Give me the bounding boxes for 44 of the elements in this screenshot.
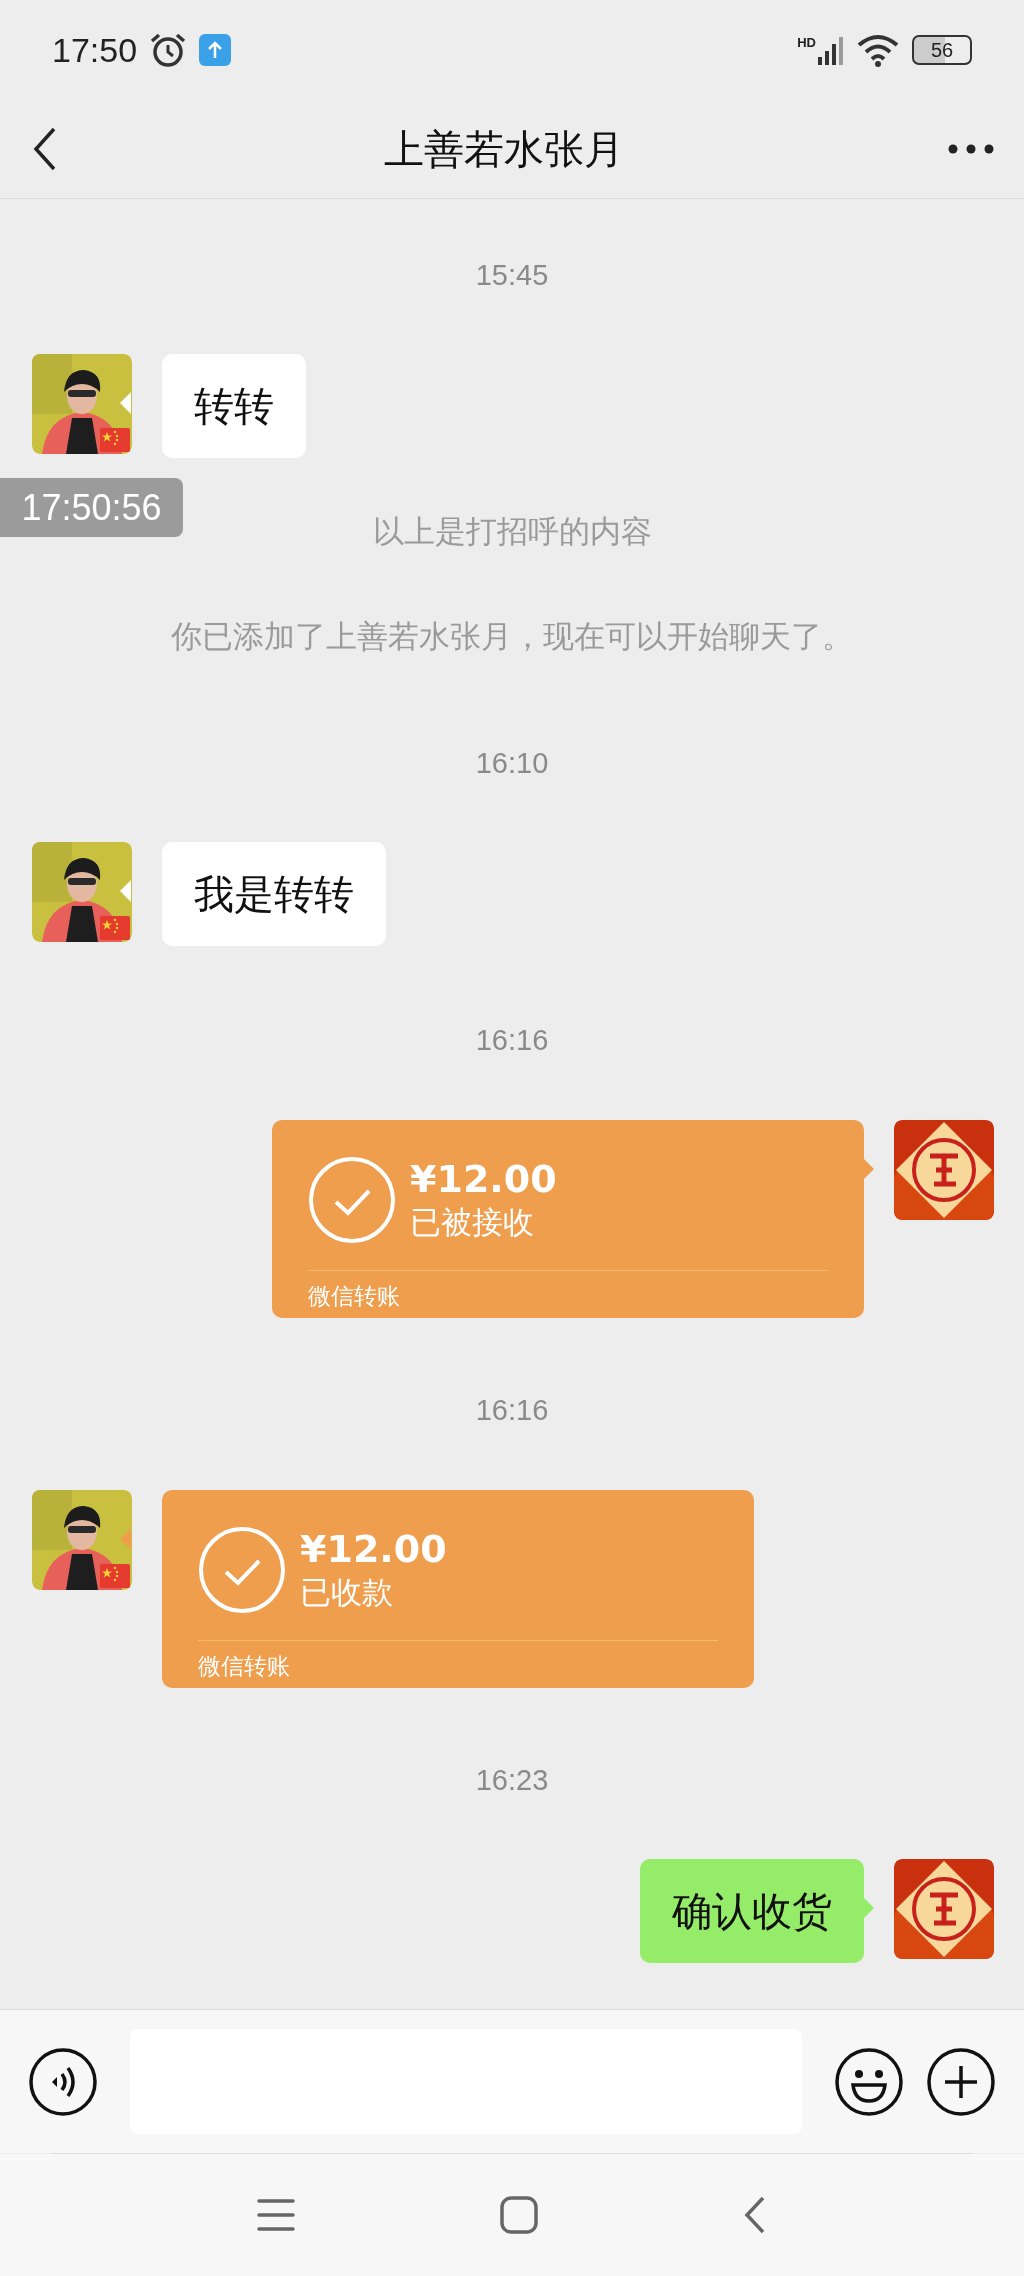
chat-title: 上善若水张月: [383, 124, 625, 174]
home-icon[interactable]: [500, 2196, 538, 2234]
timestamp: 16:16: [475, 1394, 549, 1426]
timestamp: 16:23: [475, 1764, 549, 1796]
signal-icon: [818, 35, 844, 65]
message-bubble: 我是转转: [162, 842, 386, 946]
flag-icon: [100, 428, 130, 452]
bubble-tail: [120, 1528, 131, 1550]
message-bubble: 确认收货: [640, 1859, 864, 1963]
message-bubble: 转转: [162, 354, 306, 458]
more-icon[interactable]: [948, 143, 994, 155]
bubble-tail: [863, 1158, 874, 1180]
timestamp: 16:10: [475, 747, 549, 779]
bubble-tail: [120, 880, 131, 902]
transfer-card[interactable]: ¥12.00 已收款 微信转账: [162, 1490, 754, 1688]
bubble-tail: [863, 1897, 874, 1919]
flag-icon: [100, 1564, 130, 1588]
back-nav-icon[interactable]: [743, 2196, 767, 2234]
check-circle-icon: [198, 1526, 286, 1614]
alarm-icon: [149, 32, 188, 68]
upload-icon: [199, 34, 232, 66]
bubble-tail: [120, 392, 131, 414]
system-notice: 以上是打招呼的内容: [372, 513, 652, 549]
add-icon[interactable]: [926, 2046, 996, 2117]
time-overlay: 17:50:56: [0, 478, 183, 537]
battery-icon: 56: [912, 35, 972, 65]
transfer-amount: ¥12.00: [410, 1157, 557, 1201]
emoji-icon[interactable]: [834, 2046, 904, 2117]
check-circle-icon: [308, 1156, 396, 1244]
transfer-label: 微信转账: [198, 1652, 291, 1681]
timestamp: 16:16: [475, 1024, 549, 1056]
voice-icon[interactable]: [28, 2046, 98, 2117]
wifi-icon: [856, 33, 900, 67]
transfer-label: 微信转账: [308, 1282, 401, 1311]
network-label: HD: [797, 35, 816, 50]
system-notice: 你已添加了上善若水张月，现在可以开始聊天了。: [171, 618, 853, 654]
transfer-status: 已收款: [300, 1573, 394, 1612]
transfer-amount: ¥12.00: [300, 1527, 447, 1571]
flag-icon: [100, 916, 130, 940]
status-time: 17:50: [52, 30, 138, 70]
timestamp: 15:45: [475, 259, 549, 291]
menu-icon[interactable]: [257, 2198, 295, 2232]
transfer-status: 已被接收: [410, 1203, 535, 1242]
transfer-card[interactable]: ¥12.00 已被接收 微信转账: [272, 1120, 864, 1318]
